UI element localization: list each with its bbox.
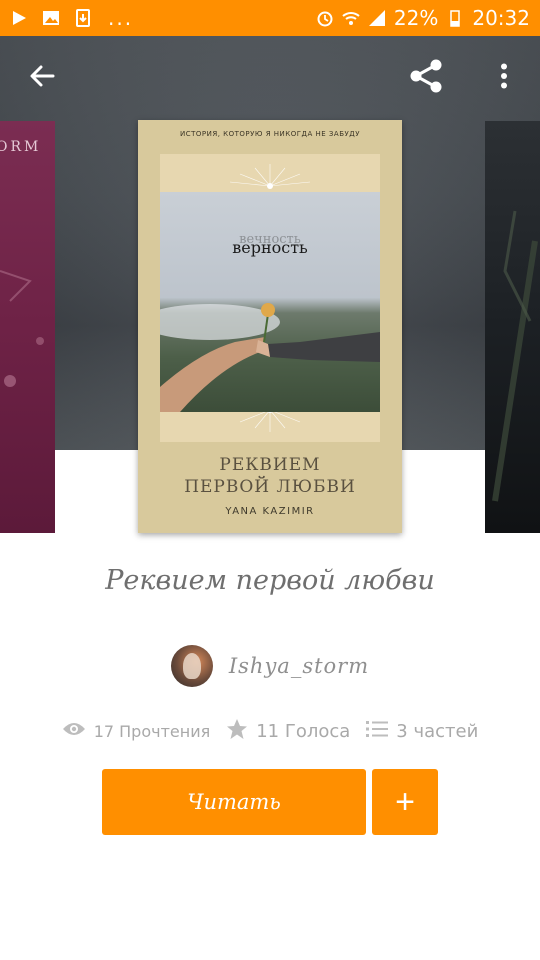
list-icon: [366, 720, 389, 743]
votes-stat: 11 Голоса: [226, 718, 350, 745]
eye-icon: [62, 721, 86, 742]
cover-photo-word: верность: [232, 238, 308, 257]
parts-stat: 3 частей: [366, 720, 478, 743]
book-cover[interactable]: ИСТОРИЯ, КОТОРУЮ Я НИКОГДА НЕ ЗАБУДУ веч…: [138, 120, 402, 533]
story-stats: 17 Прочтения 11 Голоса 3 частей: [0, 718, 540, 745]
gallery-icon: [42, 9, 60, 27]
status-overflow: ...: [108, 6, 134, 30]
play-store-icon: [10, 9, 28, 27]
add-to-library-button[interactable]: +: [372, 769, 438, 835]
clock: 20:32: [472, 6, 530, 30]
cover-author: YANA KAZIMIR: [225, 506, 315, 517]
avatar[interactable]: [170, 645, 213, 687]
wifi-icon: [342, 9, 360, 27]
author-row[interactable]: Ishya_storm: [0, 645, 540, 687]
book-title: Реквием первой любви: [105, 565, 435, 596]
previous-cover[interactable]: ORM: [0, 121, 55, 533]
battery-percent: 22%: [393, 6, 439, 30]
parts-count: 3 частей: [396, 721, 479, 742]
cover-title-line1: РЕКВИЕМ: [219, 455, 321, 475]
battery-icon: [446, 9, 464, 27]
author-name[interactable]: Ishya_storm: [229, 654, 369, 678]
signal-icon: [368, 9, 386, 27]
alarm-icon: [316, 9, 334, 27]
star-icon: [226, 718, 248, 745]
back-arrow-icon: [29, 63, 55, 93]
status-bar: ... 22% 20:32: [0, 0, 540, 36]
back-button[interactable]: [20, 56, 64, 100]
cover-art: вечность верность: [160, 154, 380, 442]
votes-count: 11 Голоса: [256, 721, 351, 742]
cover-title: РЕКВИЕМ ПЕРВОЙ ЛЮБВИ: [138, 454, 402, 498]
share-button[interactable]: [404, 56, 448, 100]
share-icon: [408, 58, 444, 98]
next-cover[interactable]: [485, 121, 540, 533]
app-bar: [0, 36, 540, 120]
cover-title-line2: ПЕРВОЙ ЛЮБВИ: [184, 477, 356, 497]
more-vert-icon: [500, 63, 508, 93]
cover-tagline: ИСТОРИЯ, КОТОРУЮ Я НИКОГДА НЕ ЗАБУДУ: [179, 130, 361, 138]
cover-photo: вечность верность: [160, 192, 380, 412]
read-button[interactable]: Читать: [102, 769, 366, 835]
reads-stat: 17 Прочтения: [62, 721, 211, 742]
more-button[interactable]: [482, 56, 526, 100]
download-icon: [74, 9, 92, 27]
reads-count: 17 Прочтения: [93, 722, 211, 741]
